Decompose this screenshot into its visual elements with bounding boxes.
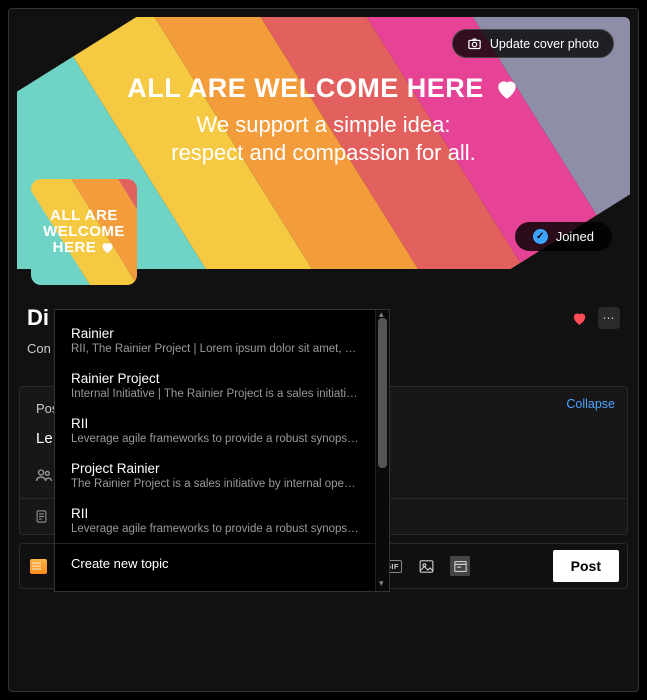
suggestion-subtitle: Internal Initiative | The Rainier Projec… <box>71 388 359 400</box>
topic-icon <box>34 509 49 524</box>
suggestion-title: Project Rainier <box>71 461 359 476</box>
people-icon <box>34 465 54 485</box>
more-options-button[interactable]: ⋯ <box>598 307 620 329</box>
topic-suggestion-item[interactable]: Project Rainier The Rainier Project is a … <box>55 453 375 498</box>
post-button[interactable]: Post <box>553 550 619 582</box>
suggestion-subtitle: The Rainier Project is a sales initiativ… <box>71 478 359 490</box>
suggestion-title: Rainier Project <box>71 371 359 386</box>
post-type-button[interactable] <box>28 556 48 576</box>
topic-suggestion-item[interactable]: Rainier Project Internal Initiative | The… <box>55 363 375 408</box>
joined-pill[interactable]: ✓ Joined <box>515 222 612 251</box>
image-icon <box>418 558 435 575</box>
suggestion-title: RII <box>71 416 359 431</box>
create-new-topic-item[interactable]: Create new topic <box>55 543 375 583</box>
heart-icon <box>494 76 520 102</box>
suggestion-subtitle: RII, The Rainier Project | Lorem ipsum d… <box>71 343 359 355</box>
group-avatar[interactable]: ALL ARE WELCOME HERE <box>31 179 137 285</box>
card-button[interactable] <box>450 556 470 576</box>
suggestion-title: Rainier <box>71 326 359 341</box>
chevron-down-icon[interactable]: ▾ <box>379 578 384 589</box>
cover-sub1: We support a simple idea: <box>17 112 630 138</box>
update-cover-label: Update cover photo <box>490 37 599 51</box>
suggestion-title: RII <box>71 506 359 521</box>
cover-sub2: respect and compassion for all. <box>17 140 630 166</box>
topic-suggestion-item[interactable]: Rainier RII, The Rainier Project | Lorem … <box>55 318 375 363</box>
card-icon <box>452 558 469 575</box>
cover-heading: ALL ARE WELCOME HERE <box>17 73 630 104</box>
suggestion-subtitle: Leverage agile frameworks to provide a r… <box>71 433 359 445</box>
topic-suggestions-dropdown: Rainier RII, The Rainier Project | Lorem … <box>54 309 390 592</box>
update-cover-button[interactable]: Update cover photo <box>452 29 614 58</box>
favorite-heart-icon[interactable] <box>571 310 588 327</box>
scrollbar-thumb[interactable] <box>378 318 387 468</box>
heart-icon <box>100 240 115 255</box>
group-title: Di <box>27 305 49 331</box>
camera-icon <box>467 36 482 51</box>
topic-suggestion-item[interactable]: RII Leverage agile frameworks to provide … <box>55 408 375 453</box>
suggestion-subtitle: Leverage agile frameworks to provide a r… <box>71 523 359 535</box>
check-circle-icon: ✓ <box>533 229 548 244</box>
topic-suggestion-item[interactable]: RII Leverage agile frameworks to provide … <box>55 498 375 543</box>
image-button[interactable] <box>416 556 436 576</box>
dropdown-scrollbar[interactable]: ▴ ▾ <box>375 310 389 591</box>
joined-label: Joined <box>556 229 594 244</box>
collapse-link[interactable]: Collapse <box>566 397 615 411</box>
